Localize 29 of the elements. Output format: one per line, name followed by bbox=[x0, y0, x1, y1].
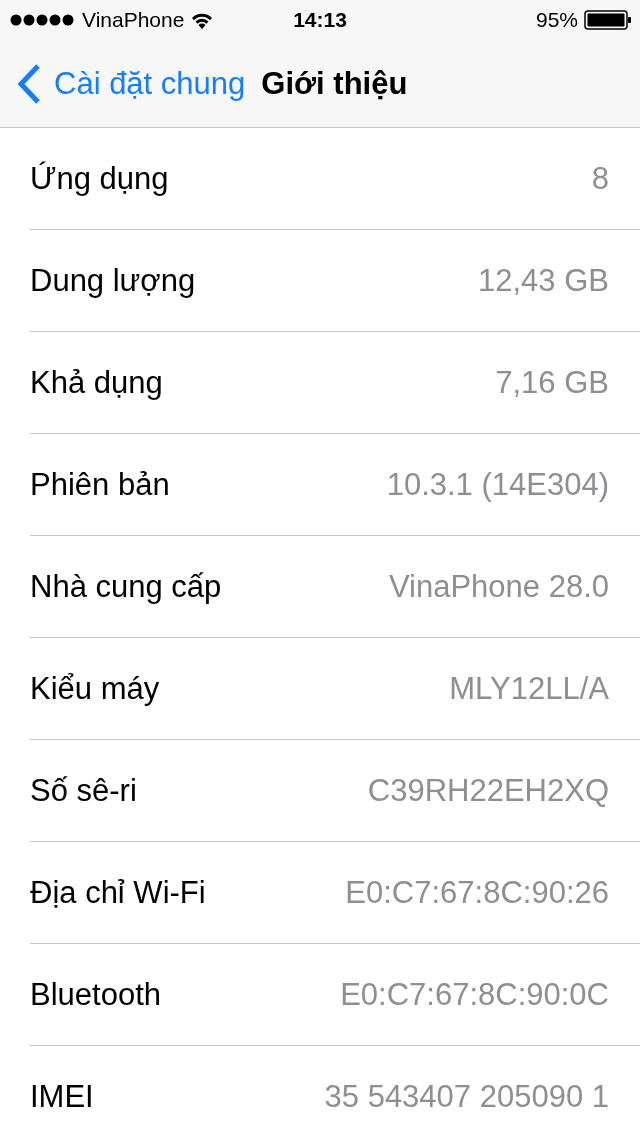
row-value: E0:C7:67:8C:90:26 bbox=[345, 874, 609, 911]
row-label: IMEI bbox=[30, 1078, 94, 1115]
clock-time: 14:13 bbox=[293, 8, 347, 32]
row-label: Nhà cung cấp bbox=[30, 568, 222, 605]
page-title: Giới thiệu bbox=[261, 65, 408, 102]
row-value: 10.3.1 (14E304) bbox=[386, 466, 609, 503]
wifi-icon bbox=[190, 11, 215, 29]
battery-icon bbox=[584, 10, 632, 30]
row-label: Phiên bản bbox=[30, 466, 170, 503]
back-button[interactable]: Cài đặt chung bbox=[16, 62, 246, 105]
row-value: 7,16 GB bbox=[495, 364, 609, 401]
battery-percentage: 95% bbox=[535, 8, 578, 32]
row-label: Khả dụng bbox=[30, 364, 163, 401]
row-value: VinaPhone 28.0 bbox=[388, 568, 609, 605]
row-value: MLY12LL/A bbox=[449, 670, 609, 707]
chevron-left-icon bbox=[16, 62, 42, 105]
row-value: C39RH22EH2XQ bbox=[367, 772, 609, 809]
row-label: Dung lượng bbox=[30, 262, 196, 299]
row-label: Địa chỉ Wi-Fi bbox=[30, 874, 206, 911]
row-value: 8 bbox=[591, 160, 609, 197]
row-label: Số sê-ri bbox=[30, 772, 137, 809]
row-value: 35 543407 205090 1 bbox=[324, 1078, 609, 1115]
signal-icon bbox=[10, 14, 76, 26]
row-value: E0:C7:67:8C:90:0C bbox=[340, 976, 609, 1013]
row-label: Ứng dụng bbox=[30, 160, 169, 197]
row-value: 12,43 GB bbox=[478, 262, 609, 299]
carrier-name: VinaPhone bbox=[82, 8, 185, 32]
row-label: Kiểu máy bbox=[30, 670, 160, 707]
row-label: Bluetooth bbox=[30, 976, 161, 1013]
